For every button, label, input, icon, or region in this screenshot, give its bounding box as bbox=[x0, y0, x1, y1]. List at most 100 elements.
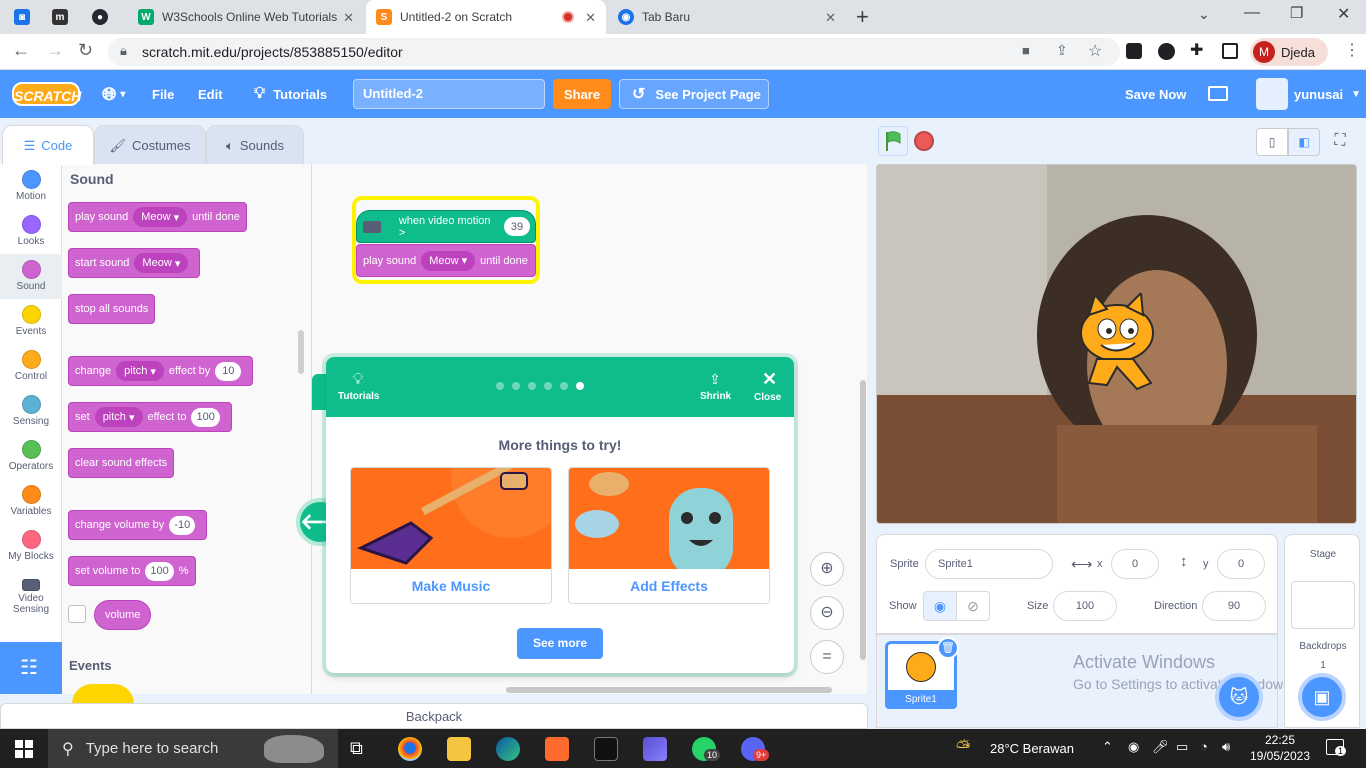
share-button[interactable]: Share bbox=[553, 79, 611, 109]
category-control[interactable]: Control bbox=[0, 344, 62, 389]
close-button[interactable]: Close bbox=[754, 392, 781, 403]
block-change-effect[interactable]: change pitch ▾ effect by 10 bbox=[68, 356, 254, 386]
pinned-tab-1[interactable]: ◙ bbox=[14, 0, 38, 34]
block-stop-all-sounds[interactable]: stop all sounds bbox=[68, 294, 156, 324]
y-input[interactable]: 0 bbox=[1217, 549, 1265, 579]
volume-monitor-checkbox[interactable] bbox=[68, 605, 86, 623]
hide-eye-icon[interactable]: ⊘ bbox=[956, 591, 990, 621]
backpack-bar[interactable]: Backpack bbox=[0, 703, 868, 729]
category-operators[interactable]: Operators bbox=[0, 434, 62, 479]
bookmark-star-icon[interactable]: ☆ bbox=[1088, 41, 1102, 61]
discord-icon[interactable]: 9+ bbox=[741, 737, 770, 761]
stop-sign-icon[interactable] bbox=[914, 131, 934, 151]
stage-thumbnail[interactable] bbox=[1291, 581, 1355, 629]
edit-menu[interactable]: Edit bbox=[198, 70, 223, 118]
task-view-icon[interactable]: ⧉ bbox=[350, 738, 363, 759]
step-dot[interactable] bbox=[576, 382, 584, 390]
palette-scrollbar[interactable] bbox=[298, 330, 304, 374]
number-input[interactable]: -10 bbox=[169, 515, 196, 535]
app-icon[interactable] bbox=[643, 737, 667, 761]
zoom-in-icon[interactable]: ⊕ bbox=[810, 552, 844, 586]
show-hidden-icons-icon[interactable]: ⌃ bbox=[1102, 739, 1113, 755]
block-play-sound-until-done[interactable]: play sound Meow ▾ until done bbox=[68, 202, 247, 232]
cat-sprite[interactable] bbox=[1067, 293, 1167, 398]
profile-button[interactable]: M Djeda bbox=[1250, 38, 1328, 66]
minimize-icon[interactable]: — bbox=[1244, 4, 1260, 22]
category-my-blocks[interactable]: My Blocks bbox=[0, 524, 62, 569]
effect-dropdown[interactable]: pitch ▾ bbox=[94, 407, 143, 427]
notification-center-icon[interactable]: 1 bbox=[1326, 739, 1347, 756]
url-bar[interactable]: 🔒︎ scratch.mit.edu/projects/853885150/ed… bbox=[108, 38, 1120, 66]
number-input[interactable]: 100 bbox=[145, 561, 174, 581]
size-input[interactable]: 100 bbox=[1053, 591, 1117, 621]
tab-w3schools[interactable]: W W3Schools Online Web Tutorials ✕ bbox=[128, 0, 364, 34]
sprite-name-input[interactable]: Sprite1 bbox=[925, 549, 1053, 579]
tutorials-label[interactable]: Tutorials bbox=[338, 391, 379, 402]
weather-text[interactable]: 28°C Berawan bbox=[990, 741, 1074, 756]
close-tab-icon[interactable]: ✕ bbox=[825, 10, 836, 26]
category-sensing[interactable]: Sensing bbox=[0, 389, 62, 434]
window-close-icon[interactable]: ✕ bbox=[1337, 4, 1350, 24]
tab-scratch[interactable]: S Untitled-2 on Scratch ✕ bbox=[366, 0, 606, 34]
block-when-video-motion[interactable]: when video motion > 39 bbox=[356, 210, 536, 243]
language-globe-icon[interactable]: 🌐︎ ▾ bbox=[102, 70, 125, 118]
zoom-out-icon[interactable]: ⊖ bbox=[810, 596, 844, 630]
microphone-icon[interactable]: 🎤︎ bbox=[1152, 739, 1169, 755]
block-set-volume[interactable]: set volume to 100 % bbox=[68, 556, 196, 586]
tab-search-icon[interactable]: ⌄ bbox=[1198, 6, 1210, 23]
large-stage-icon[interactable]: ◧ bbox=[1288, 128, 1320, 156]
forward-icon[interactable]: → bbox=[46, 40, 64, 61]
my-stuff-folder-icon[interactable] bbox=[1208, 86, 1228, 101]
extension-icon[interactable] bbox=[1126, 43, 1142, 59]
extension-icon[interactable] bbox=[1158, 43, 1175, 60]
windows-start-icon[interactable] bbox=[15, 740, 33, 758]
tab-sounds[interactable]: 🔈︎ Sounds bbox=[206, 125, 304, 165]
small-stage-icon[interactable]: ▯ bbox=[1256, 128, 1288, 156]
xampp-icon[interactable] bbox=[545, 737, 569, 761]
pinned-tab-2[interactable]: m bbox=[52, 0, 82, 34]
project-title-input[interactable]: Untitled-2 bbox=[353, 79, 545, 109]
block-change-volume[interactable]: change volume by -10 bbox=[68, 510, 208, 540]
camera-tray-icon[interactable]: ◉ bbox=[1128, 739, 1139, 755]
block-volume-reporter[interactable]: volume bbox=[94, 600, 152, 630]
close-icon[interactable]: ✕ bbox=[762, 369, 777, 390]
share-page-icon[interactable]: ⇪ bbox=[1056, 42, 1068, 59]
block-when-flag-clicked[interactable] bbox=[72, 684, 134, 704]
save-now-button[interactable]: Save Now bbox=[1125, 70, 1186, 118]
pinned-tab-github[interactable]: ● bbox=[92, 0, 118, 34]
step-dot[interactable] bbox=[544, 382, 552, 390]
block-start-sound[interactable]: start sound Meow ▾ bbox=[68, 248, 201, 278]
category-motion[interactable]: Motion bbox=[0, 164, 62, 209]
green-flag-button[interactable] bbox=[878, 126, 908, 156]
user-avatar[interactable] bbox=[1256, 78, 1288, 110]
effect-dropdown[interactable]: pitch ▾ bbox=[116, 361, 164, 381]
file-explorer-icon[interactable] bbox=[447, 737, 471, 761]
delete-sprite-icon[interactable]: 🗑︎ bbox=[937, 637, 959, 659]
stage-selector[interactable]: Stage Backdrops 1 ▣ bbox=[1284, 534, 1360, 728]
block-clear-sound-effects[interactable]: clear sound effects bbox=[68, 448, 175, 478]
see-more-button[interactable]: See more bbox=[517, 628, 603, 659]
category-variables[interactable]: Variables bbox=[0, 479, 62, 524]
account-menu[interactable]: yunusai ▼ bbox=[1294, 70, 1361, 118]
battery-icon[interactable]: ▭ bbox=[1176, 739, 1188, 755]
edge-icon[interactable] bbox=[496, 737, 520, 761]
chrome-menu-icon[interactable]: ⋮ bbox=[1344, 40, 1360, 60]
clock-time[interactable]: 22:25 bbox=[1256, 733, 1304, 747]
make-music-card[interactable]: Make Music bbox=[350, 467, 552, 604]
close-tab-icon[interactable]: ✕ bbox=[585, 10, 596, 26]
volume-icon[interactable]: 🔊︎ bbox=[1222, 739, 1230, 755]
shrink-button[interactable]: Shrink bbox=[700, 391, 731, 402]
horizontal-scrollbar[interactable] bbox=[506, 687, 832, 693]
tab-code[interactable]: ☰ Code bbox=[2, 125, 94, 165]
add-extension-button[interactable]: ☷ bbox=[0, 642, 62, 694]
new-tab-icon[interactable]: + bbox=[856, 4, 869, 30]
step-dot[interactable] bbox=[528, 382, 536, 390]
vertical-scrollbar[interactable] bbox=[860, 380, 866, 660]
block-play-sound-until-done[interactable]: play sound Meow ▾ until done bbox=[356, 244, 536, 277]
zoom-reset-icon[interactable]: = bbox=[810, 640, 844, 674]
tab-costumes[interactable]: 🖌︎ Costumes bbox=[94, 125, 206, 165]
terminal-icon[interactable] bbox=[594, 737, 618, 761]
number-input[interactable]: 100 bbox=[191, 407, 220, 427]
wifi-icon[interactable]: ◔ bbox=[1200, 739, 1208, 754]
step-dot[interactable] bbox=[560, 382, 568, 390]
